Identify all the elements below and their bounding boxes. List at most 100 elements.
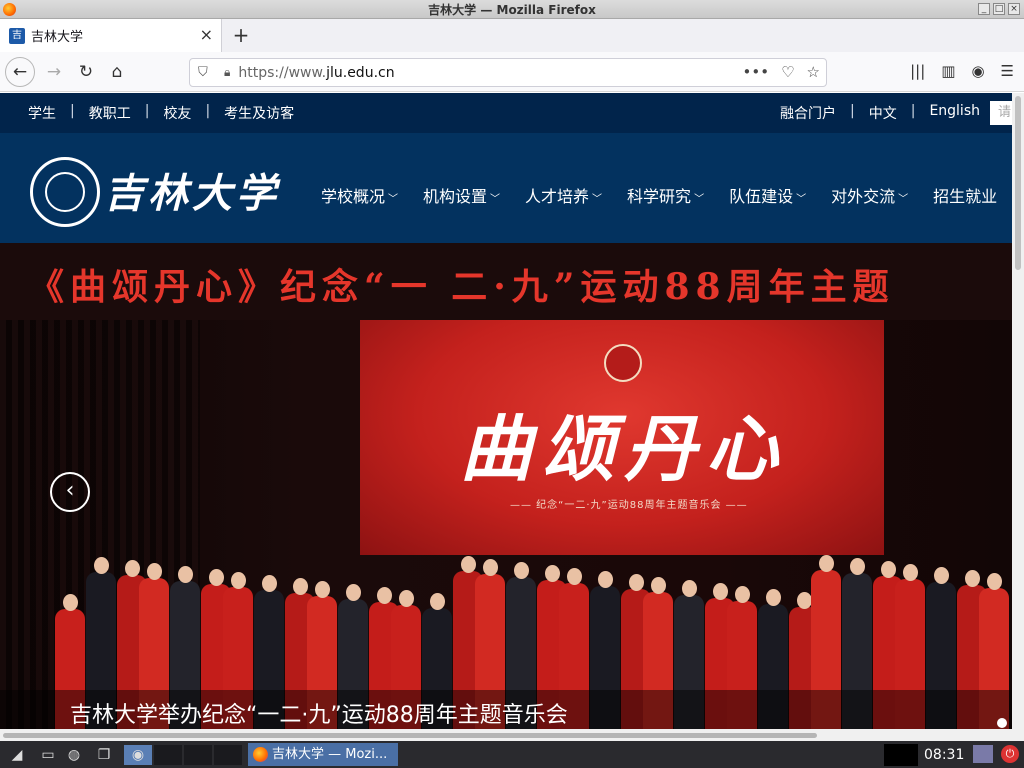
university-name-logo[interactable]: 吉林大学 bbox=[104, 161, 280, 219]
network-globe-icon[interactable]: ◍ bbox=[64, 745, 84, 765]
pocket-icon[interactable]: ♡ bbox=[781, 63, 794, 81]
link-students[interactable]: 学生 bbox=[28, 103, 56, 123]
chevron-down-icon: ﹀ bbox=[796, 194, 807, 205]
slide-caption-text[interactable]: 吉林大学举办纪念“一二·九”运动88周年主题音乐会 bbox=[70, 697, 568, 729]
site-search-input[interactable]: 请 bbox=[990, 101, 1012, 125]
chevron-down-icon: ﹀ bbox=[388, 194, 399, 205]
performer-head bbox=[399, 590, 414, 607]
performer-head bbox=[850, 558, 865, 575]
menu-faculty[interactable]: 队伍建设 ﹀ bbox=[729, 183, 806, 207]
url-bar[interactable]: ⛉ 🔒︎ https://www.jlu.edu.cn ••• ♡ ☆ bbox=[189, 58, 827, 87]
menu-organization[interactable]: 机构设置 ﹀ bbox=[423, 183, 500, 207]
maximize-button[interactable]: □ bbox=[993, 3, 1005, 15]
home-button[interactable]: ⌂ bbox=[103, 58, 131, 86]
menu-international[interactable]: 对外交流 ﹀ bbox=[831, 183, 908, 207]
link-chinese[interactable]: 中文 bbox=[869, 103, 897, 123]
workspace-3[interactable] bbox=[214, 745, 242, 765]
portal-language-links: 融合门户 | 中文 | English bbox=[780, 103, 980, 123]
performer-head bbox=[483, 559, 498, 576]
url-text[interactable]: https://www.jlu.edu.cn bbox=[238, 65, 394, 81]
performer-head bbox=[377, 587, 392, 604]
performer-head bbox=[315, 581, 330, 598]
university-emblem-icon bbox=[604, 344, 642, 382]
performer-head bbox=[567, 568, 582, 585]
concert-photo[interactable]: 曲颂丹心 —— 纪念“一二·九”运动88周年主题音乐会 —— bbox=[0, 320, 1012, 729]
chevron-down-icon: ﹀ bbox=[592, 194, 603, 205]
performer-head bbox=[629, 574, 644, 591]
menu-icon[interactable]: ☰ bbox=[1001, 62, 1014, 80]
taskbar-window-firefox[interactable]: 吉林大学 — Mozi... bbox=[248, 743, 398, 766]
performer-head bbox=[430, 593, 445, 610]
start-menu-icon[interactable]: ◢ bbox=[4, 745, 30, 765]
firefox-icon bbox=[3, 3, 16, 16]
library-icon[interactable]: ||| bbox=[910, 62, 925, 80]
performer-head bbox=[63, 594, 78, 611]
link-alumni[interactable]: 校友 bbox=[163, 103, 191, 123]
performer-head bbox=[934, 567, 949, 584]
horizontal-scrollbar[interactable] bbox=[0, 729, 1024, 741]
performer-head bbox=[797, 592, 812, 609]
performer-head bbox=[903, 564, 918, 581]
link-english[interactable]: English bbox=[929, 103, 980, 123]
sidebar-icon[interactable]: ▥ bbox=[941, 62, 955, 80]
back-button[interactable]: ← bbox=[5, 57, 35, 87]
performer-head bbox=[262, 575, 277, 592]
performer-head bbox=[881, 561, 896, 578]
close-window-button[interactable]: × bbox=[1008, 3, 1020, 15]
menu-about[interactable]: 学校概况 ﹀ bbox=[321, 183, 398, 207]
forward-button[interactable]: → bbox=[40, 58, 68, 86]
menu-research[interactable]: 科学研究 ﹀ bbox=[627, 183, 704, 207]
firefox-launcher-icon[interactable]: ◉ bbox=[124, 745, 152, 765]
tab-title: 吉林大学 bbox=[31, 30, 84, 45]
bookmark-star-icon[interactable]: ☆ bbox=[807, 63, 820, 81]
performer-head bbox=[965, 570, 980, 587]
toolbar-icons: ||| ▥ ◉ ☰ bbox=[910, 62, 1014, 80]
link-staff[interactable]: 教职工 bbox=[89, 103, 131, 123]
hero-carousel[interactable]: 《曲颂丹心》纪念“一 二·九”运动88周年主题 曲颂丹心 —— 纪念“一二·九”… bbox=[0, 243, 1012, 729]
account-icon[interactable]: ◉ bbox=[971, 62, 984, 80]
page-actions-icon[interactable]: ••• bbox=[743, 63, 770, 81]
audience-links: 学生 | 教职工 | 校友 | 考生及访客 bbox=[28, 103, 295, 123]
performer-head bbox=[713, 583, 728, 600]
vertical-scrollbar[interactable] bbox=[1012, 93, 1024, 729]
carousel-prev-button[interactable]: ‹ bbox=[50, 472, 90, 512]
performer-head bbox=[461, 556, 476, 573]
banner-headline: 《曲颂丹心》纪念“一 二·九”运动88周年主题 bbox=[0, 243, 1012, 320]
link-visitors[interactable]: 考生及访客 bbox=[224, 103, 294, 123]
screen-subtitle: —— 纪念“一二·九”运动88周年主题音乐会 —— bbox=[510, 500, 748, 511]
jlu-favicon-icon: 吉 bbox=[9, 27, 25, 44]
tracking-shield-icon[interactable]: ⛉ bbox=[198, 65, 212, 81]
workspace-2[interactable] bbox=[184, 745, 212, 765]
stage-screen: 曲颂丹心 —— 纪念“一二·九”运动88周年主题音乐会 —— bbox=[360, 320, 884, 555]
performer-head bbox=[766, 589, 781, 606]
performer-head bbox=[147, 563, 162, 580]
performer-head bbox=[94, 557, 109, 574]
chevron-down-icon: ﹀ bbox=[694, 194, 705, 205]
chevron-down-icon: ﹀ bbox=[490, 194, 501, 205]
link-portal[interactable]: 融合门户 bbox=[780, 103, 836, 123]
network-tray-icon[interactable] bbox=[973, 745, 993, 763]
workspace-1[interactable] bbox=[154, 745, 182, 765]
power-icon[interactable]: ⏻ bbox=[1001, 745, 1019, 763]
university-seal-logo[interactable] bbox=[30, 157, 100, 227]
menu-admissions[interactable]: 招生就业 bbox=[933, 183, 997, 207]
minimize-button[interactable]: _ bbox=[978, 3, 990, 15]
tab-jlu[interactable]: 吉 吉林大学 × bbox=[0, 19, 222, 52]
slide-caption[interactable]: 吉林大学举办纪念“一二·九”运动88周年主题音乐会 bbox=[0, 690, 1012, 729]
new-tab-button[interactable]: + bbox=[230, 24, 252, 46]
windows-switcher-icon[interactable]: ❐ bbox=[94, 745, 114, 765]
lock-icon[interactable]: 🔒︎ bbox=[224, 65, 230, 80]
reload-button[interactable]: ↻ bbox=[72, 58, 100, 86]
close-tab-icon[interactable]: × bbox=[200, 27, 213, 43]
chevron-down-icon: ﹀ bbox=[898, 194, 909, 205]
file-manager-icon[interactable]: ▭ bbox=[38, 745, 58, 765]
performer-head bbox=[545, 565, 560, 582]
tab-strip: 吉 吉林大学 × + bbox=[0, 19, 1024, 52]
carousel-dot[interactable] bbox=[997, 718, 1007, 728]
clock[interactable]: 08:31 bbox=[924, 744, 964, 766]
menu-education[interactable]: 人才培养 ﹀ bbox=[525, 183, 602, 207]
tray-blank bbox=[884, 744, 918, 766]
performer-head bbox=[209, 569, 224, 586]
navigation-bar: ← → ↻ ⌂ ⛉ 🔒︎ https://www.jlu.edu.cn ••• … bbox=[0, 52, 1024, 92]
firefox-icon bbox=[253, 747, 268, 762]
